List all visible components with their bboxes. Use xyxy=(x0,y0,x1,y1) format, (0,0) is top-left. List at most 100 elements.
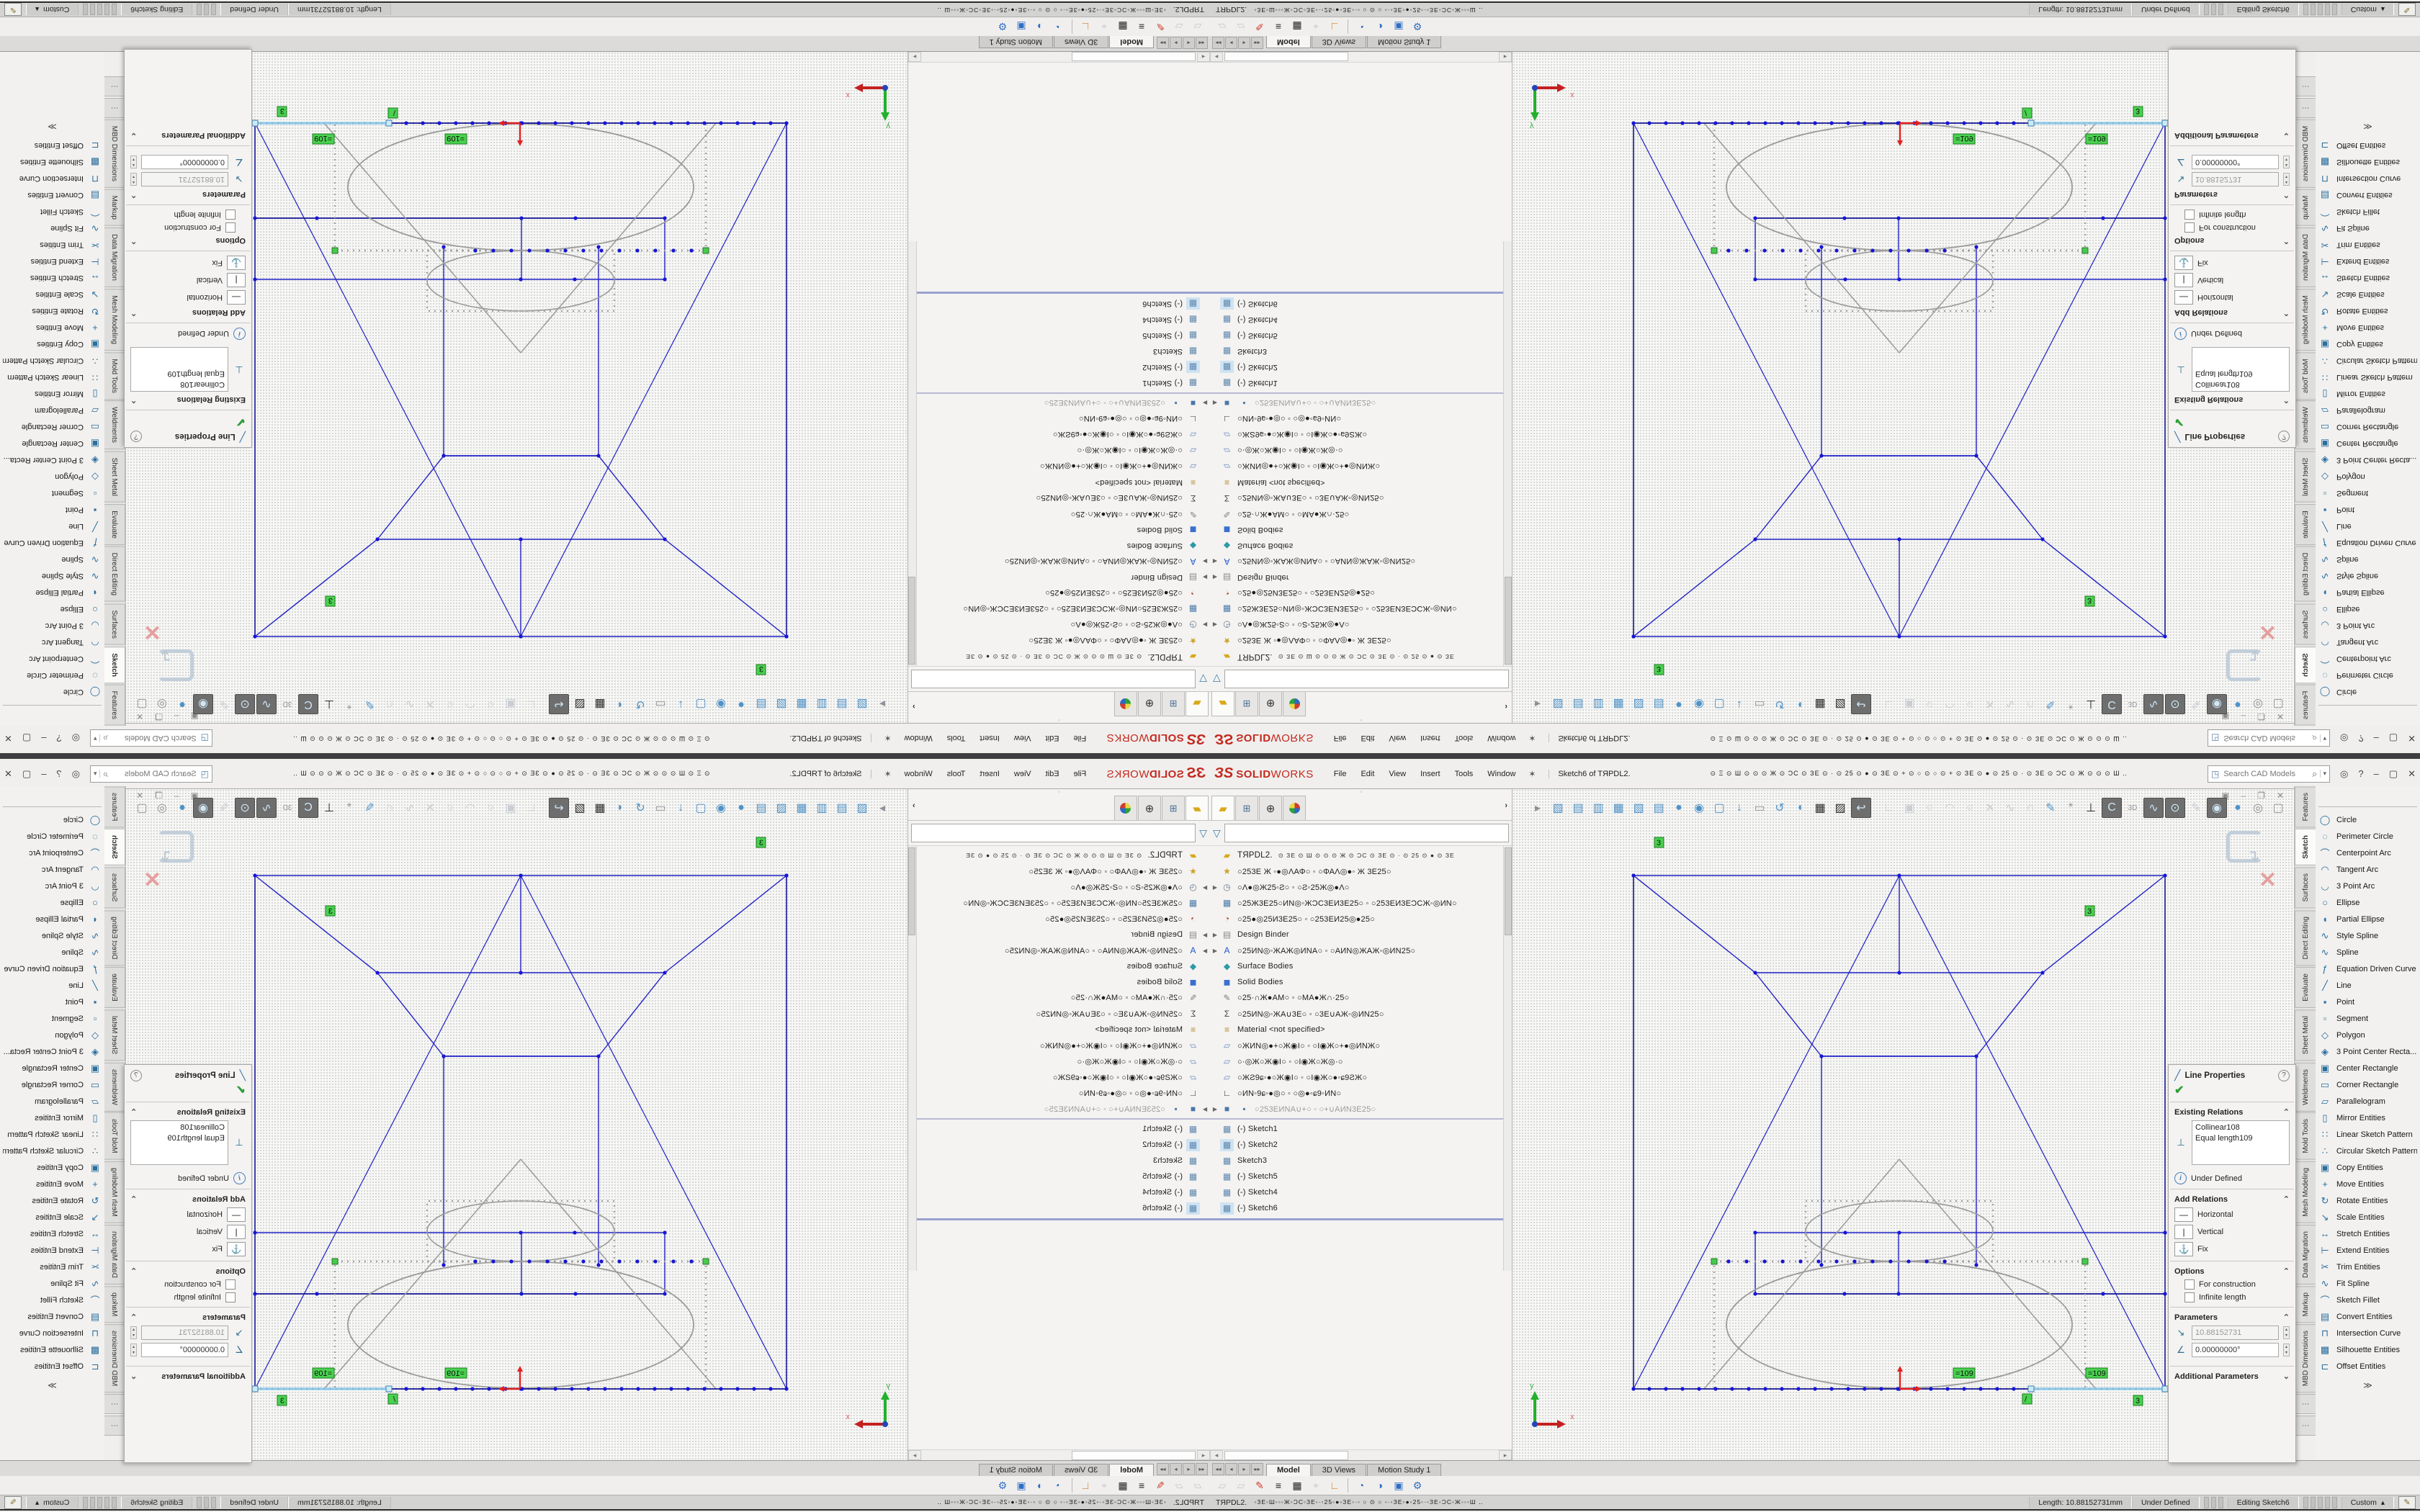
cmd-tab-sheet-metal[interactable]: Sheet Metal xyxy=(2295,1009,2316,1061)
user-icon[interactable]: ◎ xyxy=(2340,768,2348,780)
tree-item[interactable]: ◆Surface Bodies xyxy=(1210,538,1512,554)
cmd-tab-markup[interactable]: Markup xyxy=(2295,1286,2316,1323)
markup-icon[interactable]: ▱ xyxy=(1233,19,1249,35)
tool-copy-entities[interactable]: ▣Copy Entities xyxy=(0,336,104,353)
markup-icon[interactable]: ▱ xyxy=(1190,19,1206,35)
tool-offset-entities[interactable]: ⊏Offset Entities xyxy=(2316,1358,2420,1374)
tree-sketch-item[interactable]: ▦(-) Sketch6 xyxy=(908,296,1210,312)
scrollbar-thumb[interactable] xyxy=(1072,52,1196,61)
cmd-tab-direct-editing[interactable]: Direct Editing xyxy=(2295,910,2316,966)
relation-entry[interactable]: Collinear108 xyxy=(2195,1122,2286,1133)
tool-partial-ellipse[interactable]: ◖Partial Ellipse xyxy=(2316,585,2420,601)
tool-tangent-arc[interactable]: ◠Tangent Arc xyxy=(0,634,104,651)
tool-convert-entities[interactable]: ▤Convert Entities xyxy=(0,1308,104,1325)
menu-view[interactable]: View xyxy=(1381,732,1413,746)
relation-button-icon[interactable]: ⚓ xyxy=(227,256,246,270)
tree-sketch-item[interactable]: ▦(-) Sketch2 xyxy=(908,359,1210,375)
tree-item[interactable]: ◼Solid Bodies xyxy=(908,974,1210,990)
markup-icon[interactable]: ▣ xyxy=(1391,1477,1407,1493)
tool-3-point-arc[interactable]: ◡3 Point Arc xyxy=(0,878,104,894)
tool-line[interactable]: ╱Line xyxy=(0,518,104,535)
close-button[interactable]: ✕ xyxy=(4,768,12,780)
cmd-tab-markup[interactable]: Markup xyxy=(2295,189,2316,226)
tree-sketch-item[interactable]: ▦Sketch3 xyxy=(908,1153,1210,1169)
tree-item[interactable]: ◔○25●◎25И3Ε25○ ◦ ○253ΕИ25◎●25○ xyxy=(1210,911,1512,927)
expander-icon[interactable]: ▶ xyxy=(1200,400,1210,407)
tool-trim-entities[interactable]: ✂Trim Entities xyxy=(2316,237,2420,253)
checkbox[interactable] xyxy=(2184,210,2195,220)
cmd-tab-mold-tools[interactable]: Mold Tools xyxy=(104,352,125,400)
tree-sketch-item[interactable]: ▦(-) Sketch1 xyxy=(908,375,1210,391)
tool-corner-rectangle[interactable]: ▭Corner Rectangle xyxy=(2316,1076,2420,1093)
tool-3-point-arc[interactable]: ◡3 Point Arc xyxy=(2316,878,2420,894)
expander-icon[interactable]: ▶ xyxy=(1210,948,1220,954)
menu-tools[interactable]: Tools xyxy=(940,767,973,781)
tool-center-rectangle[interactable]: ▣Center Rectangle xyxy=(0,436,104,452)
ok-button[interactable]: ✔ xyxy=(125,1083,251,1099)
tool-circular-sketch-pattern[interactable]: ∴Circular Sketch Pattern xyxy=(0,353,104,369)
parameter-value[interactable]: 10.88152731 xyxy=(141,1326,228,1340)
tool-line[interactable]: ╱Line xyxy=(0,977,104,994)
tree-item[interactable]: Σ○25ИN◎◦ЖΑ∪3Ε○ ◦ ○3Ε∪ΑЖ◦◎ИN25○ xyxy=(1210,490,1512,506)
scroll-left-button[interactable]: ◂ xyxy=(1197,52,1210,62)
tool-circle[interactable]: ◯Circle xyxy=(0,684,104,701)
cmd-tab-sheet-metal[interactable]: Sheet Metal xyxy=(104,451,125,503)
spinner[interactable]: ▴▾ xyxy=(2283,173,2290,186)
cmd-tab-features[interactable]: Features xyxy=(104,685,125,726)
tree-sketch-item[interactable]: ▦(-) Sketch6 xyxy=(1210,1200,1512,1216)
tool-linear-sketch-pattern[interactable]: ∷Linear Sketch Pattern xyxy=(0,1126,104,1143)
cmd-tab-mbd-dimensions[interactable]: MBD Dimensions xyxy=(104,120,125,188)
restore-button[interactable]: ▢ xyxy=(22,768,31,780)
tool-scale-entities[interactable]: ↘Scale Entities xyxy=(2316,1209,2420,1225)
tool-perimeter-circle[interactable]: ◌Perimeter Circle xyxy=(2316,667,2420,684)
checkbox[interactable] xyxy=(2184,1279,2195,1290)
tree-item[interactable]: ▦○25Ж3Ε25○ИN◎◦ЖƆC3ΕИ3Ε25○ ◦ ○253ΕИ3ΕƆCЖ◦… xyxy=(1210,895,1512,911)
relation-button-icon[interactable]: — xyxy=(2174,1207,2193,1222)
relation-entry[interactable]: Equal length109 xyxy=(134,368,225,379)
markup-icon[interactable]: ∟ xyxy=(1327,1477,1343,1493)
tab-configurationmanager[interactable]: ⊕ xyxy=(1259,692,1282,716)
menu-file[interactable]: File xyxy=(1327,732,1354,746)
tag-icon[interactable]: ✎ xyxy=(4,1496,22,1509)
cmd-tab-⋮[interactable]: ⋮ xyxy=(104,76,125,96)
tree-sketch-item[interactable]: ▦(-) Sketch1 xyxy=(1210,1121,1512,1137)
rollback-bar[interactable] xyxy=(1210,1218,1512,1220)
tree-sketch-item[interactable]: ▦(-) Sketch5 xyxy=(1210,1169,1512,1184)
tool-scale-entities[interactable]: ↘Scale Entities xyxy=(2316,287,2420,303)
cmd-tab-⋮[interactable]: ⋮ xyxy=(104,1394,125,1414)
menu-window[interactable]: Window xyxy=(897,767,940,781)
section-existing-relations[interactable]: Existing Relations⌃ xyxy=(2169,1105,2295,1119)
expander-icon[interactable]: ▶ xyxy=(1210,575,1220,581)
markup-icon[interactable]: ✎ xyxy=(1152,1477,1168,1493)
tool-sketch-fillet[interactable]: ⌒Sketch Fillet xyxy=(0,204,104,220)
tree-item[interactable]: ▦○25Ж3Ε25○ИN◎◦ЖƆC3ΕИ3Ε25○ ◦ ○253ΕИ3ΕƆCЖ◦… xyxy=(908,895,1210,911)
relation-button-icon[interactable]: ⚓ xyxy=(2174,1242,2193,1256)
tree-item[interactable]: ★○253Ε Ж ◦●◎ΛΑΦ○ ◦ ○ΦΑΛ◎●◦ Ж 3Ε25○ xyxy=(908,863,1210,879)
tree-item[interactable]: ◼Solid Bodies xyxy=(1210,522,1512,538)
help-icon[interactable]: ? xyxy=(130,431,142,443)
add-relation-horizontal[interactable]: —Horizontal xyxy=(2169,1206,2295,1223)
tab-nav-button[interactable]: ▸ xyxy=(1170,37,1182,49)
tree-sketch-item[interactable]: ▦(-) Sketch6 xyxy=(908,1200,1210,1216)
expander-icon[interactable]: ▶ xyxy=(1200,932,1210,938)
tab-configurationmanager[interactable]: ⊕ xyxy=(1138,796,1161,820)
cmd-tab-evaluate[interactable]: Evaluate xyxy=(2295,504,2316,545)
tool-stretch-entities[interactable]: ↔Stretch Entities xyxy=(0,1225,104,1242)
cmd-tab-sketch[interactable]: Sketch xyxy=(2295,829,2316,865)
tree-item[interactable]: ▶▤Design Binder xyxy=(1210,570,1512,585)
tab-displaymanager[interactable] xyxy=(1283,692,1306,716)
tree-item[interactable]: ≡Material <not specified> xyxy=(1210,1022,1512,1038)
tree-item[interactable]: ▱○ЖИN◎●+○Ж◉Ι○ ◦ ○Ι◉Ж○+●◎ИNЖ○ xyxy=(908,1038,1210,1053)
tool-sketch-fillet[interactable]: ⌒Sketch Fillet xyxy=(2316,1292,2420,1308)
tab-nav-button[interactable]: ▸ xyxy=(1238,1463,1250,1475)
add-relation-vertical[interactable]: |Vertical xyxy=(125,1223,251,1241)
spinner[interactable]: ▴▾ xyxy=(2283,1326,2290,1339)
checkbox[interactable] xyxy=(225,1292,236,1302)
tab-nav-button[interactable]: ▸▸ xyxy=(1251,37,1263,49)
markup-icon[interactable]: ◔ xyxy=(1051,1477,1067,1493)
search-input[interactable] xyxy=(111,769,198,779)
tree-item[interactable]: ▶◷○Λ●◎Ж25◦Ƨ○ ◦ ○Ƨ◦25Ж◎●Λ○ xyxy=(1210,879,1512,895)
cmd-tab-sheet-metal[interactable]: Sheet Metal xyxy=(2295,451,2316,503)
tree-horizontal-scrollbar[interactable]: ◂ ▸ xyxy=(908,52,1210,63)
cmd-tab-mesh-modeling[interactable]: Mesh Modeling xyxy=(2295,289,2316,351)
